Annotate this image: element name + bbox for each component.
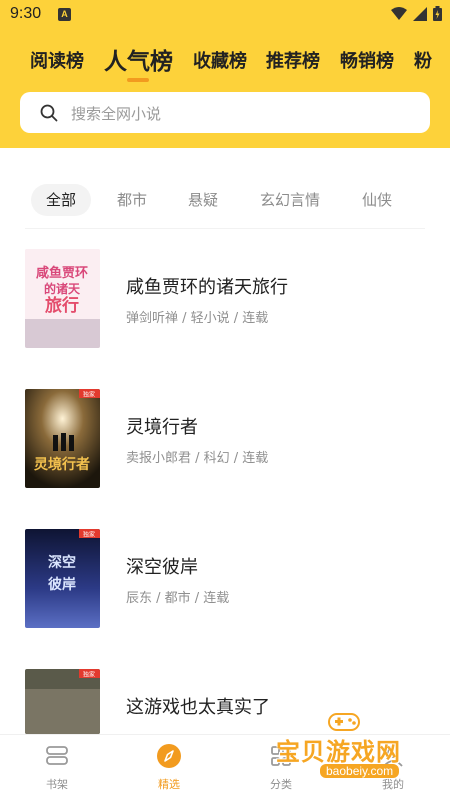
book-meta: 卖报小郎君 / 科幻 / 连载 [126, 451, 269, 466]
divider [25, 228, 425, 229]
book-item[interactable]: 独家 灵境行者 灵境行者 卖报小郎君 / 科幻 / 连载 [0, 389, 450, 489]
book-item[interactable]: 独家 深空 彼岸 深空彼岸 辰东 / 都市 / 连载 [0, 529, 450, 629]
book-meta: 辰东 / 都市 / 连载 [126, 591, 230, 606]
tab-fans-rank[interactable]: 粉 [414, 47, 432, 73]
category-tabs: 全部 都市 悬疑 玄幻言情 仙侠 [0, 184, 450, 218]
wifi-icon [391, 6, 407, 20]
signal-icon [413, 6, 427, 21]
tab-recommend-rank[interactable]: 推荐榜 [266, 47, 320, 73]
notification-icon: A [58, 8, 71, 21]
nav-featured[interactable]: 精选 [139, 743, 199, 792]
tab-reading-rank[interactable]: 阅读榜 [30, 47, 84, 73]
status-bar: 9:30 A [0, 0, 450, 32]
status-icons [391, 6, 442, 21]
compass-icon [157, 744, 181, 768]
watermark-text: 宝贝游戏网 [276, 738, 401, 766]
category-all[interactable]: 全部 [31, 184, 91, 216]
tab-favorites-rank[interactable]: 收藏榜 [193, 47, 247, 73]
status-time: 9:30 [10, 5, 42, 22]
book-title: 这游戏也太真实了 [126, 697, 270, 718]
category-urban[interactable]: 都市 [102, 184, 162, 216]
category-fantasy-romance[interactable]: 玄幻言情 [248, 184, 332, 216]
svg-text:彼岸: 彼岸 [48, 576, 76, 593]
gamepad-icon [328, 713, 360, 731]
tab-popularity-rank[interactable]: 人气榜 [104, 42, 173, 76]
watermark-url: baobeiy.com [320, 764, 400, 778]
book-cover: 独家 灵境行者 [25, 389, 100, 488]
book-cover: 独家 [25, 669, 100, 734]
book-item[interactable]: 咸鱼贾环 的诸天 旅行 咸鱼贾环的诸天旅行 弹剑听禅 / 轻小说 / 连载 [0, 249, 450, 349]
svg-text:旅行: 旅行 [45, 295, 79, 316]
top-header: 9:30 A 阅读榜 人气榜 收藏榜 推荐榜 畅销榜 粉 搜索全网小说 [0, 0, 450, 148]
search-icon [40, 104, 58, 122]
svg-text:深空: 深空 [48, 554, 76, 571]
book-title: 咸鱼贾环的诸天旅行 [126, 277, 288, 298]
search-placeholder: 搜索全网小说 [71, 105, 162, 123]
ranking-tabs: 阅读榜 人气榜 收藏榜 推荐榜 畅销榜 粉 [0, 36, 450, 86]
svg-text:独家: 独家 [83, 391, 95, 399]
svg-text:灵境行者: 灵境行者 [34, 456, 90, 473]
tab-bestseller-rank[interactable]: 畅销榜 [340, 47, 394, 73]
book-cover: 独家 深空 彼岸 [25, 529, 100, 628]
category-mystery[interactable]: 悬疑 [173, 184, 233, 216]
svg-text:的诸天: 的诸天 [44, 281, 81, 296]
book-title: 灵境行者 [126, 417, 198, 438]
svg-text:咸鱼贾环: 咸鱼贾环 [36, 265, 88, 281]
svg-text:独家: 独家 [83, 531, 95, 539]
nav-bookshelf[interactable]: 书架 [27, 743, 87, 792]
nav-featured-label: 精选 [158, 778, 180, 791]
nav-bookshelf-label: 书架 [46, 778, 68, 791]
site-watermark: 宝贝游戏网 baobeiy.com [268, 708, 448, 798]
search-input[interactable]: 搜索全网小说 [20, 92, 430, 133]
bookshelf-icon [46, 746, 68, 765]
book-title: 深空彼岸 [126, 557, 198, 578]
battery-icon [433, 6, 442, 21]
book-meta: 弹剑听禅 / 轻小说 / 连载 [126, 311, 269, 326]
book-cover: 咸鱼贾环 的诸天 旅行 [25, 249, 100, 348]
category-xianxia[interactable]: 仙侠 [347, 184, 407, 216]
svg-text:独家: 独家 [83, 671, 95, 679]
active-tab-indicator [127, 78, 149, 82]
